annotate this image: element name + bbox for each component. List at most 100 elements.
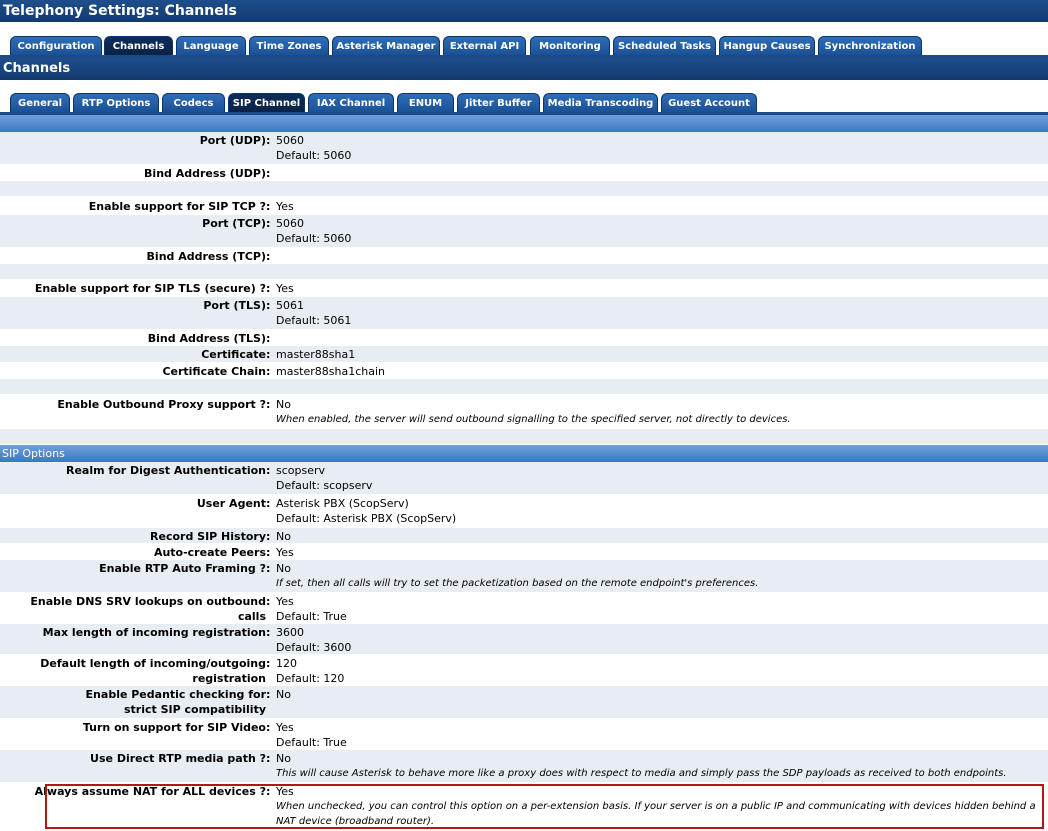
subtab-guest-account[interactable]: Guest Account: [661, 93, 757, 113]
setting-note: When enabled, the server will send outbo…: [276, 414, 791, 425]
setting-row-enable-rtp-auto-framing: Enable RTP Auto Framing ?: No If set, then…: [0, 560, 1048, 593]
label-separator: :: [266, 398, 271, 411]
tab-monitoring[interactable]: Monitoring: [530, 36, 610, 56]
setting-row-realm-for-digest-authentication: Realm for Digest Authentication: scopserv…: [0, 462, 1048, 495]
label-separator: :: [266, 134, 271, 147]
setting-row-max-length-of-incoming-registration: Max length of incoming registration:3600…: [0, 624, 1048, 655]
tab-time-zones[interactable]: Time Zones: [249, 36, 329, 56]
setting-label: Bind Address (TLS): [147, 332, 266, 345]
setting-row-enable-support-for-sip-tcp: Enable support for SIP TCP ?: Yes: [0, 198, 1048, 215]
label-separator: :: [266, 785, 271, 798]
tab-language[interactable]: Language: [176, 36, 246, 56]
setting-value-block: 3600 Default: 3600: [276, 625, 1044, 655]
setting-row-always-assume-nat-for-all-devices: Always assume NAT for ALL devices ?: Yes W…: [0, 783, 1048, 831]
setting-label: Certificate Chain: [162, 365, 266, 378]
label-separator: :: [266, 657, 271, 670]
setting-default: Default: 3600: [276, 641, 352, 654]
subtab-iax-channel[interactable]: IAX Channel: [308, 93, 394, 113]
setting-default: Default: 5061: [276, 314, 352, 327]
tab-hangup-causes[interactable]: Hangup Causes: [719, 36, 815, 56]
setting-value: No: [276, 752, 291, 765]
subtab-rtp-options[interactable]: RTP Options: [73, 93, 159, 113]
tab-asterisk-manager[interactable]: Asterisk Manager: [332, 36, 440, 56]
setting-default: Default: 5060: [276, 232, 352, 245]
label-separator: :: [266, 332, 271, 345]
setting-value-block: master88sha1chain: [276, 364, 1044, 379]
tab-external-api[interactable]: External API: [443, 36, 526, 56]
label-separator: :: [266, 595, 271, 608]
setting-value: Yes: [276, 721, 294, 734]
subtab-codecs[interactable]: Codecs: [162, 93, 225, 113]
setting-label: Enable Outbound Proxy support ?: [57, 398, 266, 411]
setting-value: Asterisk PBX (ScopServ): [276, 497, 409, 510]
setting-value: 120: [276, 657, 297, 670]
label-separator: :: [266, 200, 271, 213]
main-tab-strip: Configuration Channels Language Time Zones A…: [0, 22, 1048, 58]
setting-value: 5061: [276, 299, 304, 312]
sip-options-header: SIP Options: [0, 445, 1048, 462]
setting-label: Turn on support for SIP Video: [82, 721, 266, 734]
setting-row-use-direct-rtp-media-path: Use Direct RTP media path ?: No This will …: [0, 750, 1048, 783]
setting-default: Default: 5060: [276, 149, 352, 162]
subtab-sip-channel[interactable]: SIP Channel: [228, 93, 305, 113]
setting-value-block: 5060 Default: 5060: [276, 133, 1044, 163]
setting-value: No: [276, 562, 291, 575]
setting-row-enable-dns-srv-lookups-on-outbound-calls: Enable DNS SRV lookups on outbound calls…: [0, 593, 1048, 624]
setting-row-default-length-of-incoming-outgoing-registration: Default length of incoming/outgoing regi…: [0, 655, 1048, 686]
tab-configuration[interactable]: Configuration: [10, 36, 102, 56]
setting-label: Use Direct RTP media path ?: [90, 752, 266, 765]
setting-label: Enable RTP Auto Framing ?: [99, 562, 266, 575]
setting-default: Default: scopserv: [276, 479, 373, 492]
setting-value-block: 5061 Default: 5061: [276, 298, 1044, 328]
label-separator: :: [266, 721, 271, 734]
label-separator: :: [266, 497, 271, 510]
setting-value-block: No: [276, 687, 1044, 702]
setting-label: Port (TLS): [203, 299, 266, 312]
setting-value: master88sha1: [276, 348, 356, 361]
setting-value: 5060: [276, 217, 304, 230]
setting-value-block: Yes: [276, 281, 1044, 296]
setting-value: Yes: [276, 546, 294, 559]
setting-row-port-tls: Port (TLS):5061 Default: 5061: [0, 297, 1048, 330]
setting-row-turn-on-support-for-sip-video: Turn on support for SIP Video: Yes Default…: [0, 719, 1048, 750]
label-separator: :: [266, 688, 271, 701]
setting-label: Enable Pedantic checking for strict SIP …: [85, 688, 266, 716]
setting-row-enable-support-for-sip-tls-secure: Enable support for SIP TLS (secure) ?: Ye…: [0, 280, 1048, 297]
setting-row-record-sip-history: Record SIP History: No: [0, 528, 1048, 544]
setting-default: Default: Asterisk PBX (ScopServ): [276, 512, 457, 525]
setting-row-certificate-chain: Certificate Chain: master88sha1chain: [0, 363, 1048, 379]
tab-channels[interactable]: Channels: [104, 36, 173, 56]
setting-value: 5060: [276, 134, 304, 147]
spacer-row: [0, 181, 1048, 197]
setting-note: If set, then all calls will try to set t…: [276, 578, 759, 589]
subtab-enum[interactable]: ENUM: [397, 93, 454, 113]
setting-value-block: Asterisk PBX (ScopServ) Default: Asterisk…: [276, 496, 1044, 526]
setting-note: When unchecked, you can control this opt…: [276, 801, 1036, 827]
setting-row-bind-address-tls: Bind Address (TLS):: [0, 330, 1048, 346]
page-title: Telephony Settings: Channels: [0, 0, 1048, 22]
setting-value-block: No When enabled, the server will send out…: [276, 397, 1044, 427]
setting-label: Port (UDP): [199, 134, 266, 147]
setting-value: 3600: [276, 626, 304, 639]
setting-row-port-udp: Port (UDP):5060 Default: 5060: [0, 132, 1048, 165]
setting-default: Default: True: [276, 610, 347, 623]
subtab-jitter-buffer[interactable]: Jitter Buffer: [457, 93, 540, 113]
setting-label: Bind Address (UDP): [144, 167, 266, 180]
label-separator: :: [266, 217, 271, 230]
setting-value-block: No: [276, 529, 1044, 544]
setting-label: Default length of incoming/outgoing regi…: [40, 657, 266, 685]
setting-label: Enable DNS SRV lookups on outbound calls: [30, 595, 266, 623]
tab-synchronization[interactable]: Synchronization: [818, 36, 922, 56]
subtab-general[interactable]: General: [10, 93, 70, 113]
setting-value: Yes: [276, 785, 294, 798]
setting-value: Yes: [276, 200, 294, 213]
setting-label: Bind Address (TCP): [146, 250, 266, 263]
spacer-row: [0, 379, 1048, 395]
setting-value-block: Yes Default: True: [276, 594, 1044, 624]
setting-value-block: Yes: [276, 545, 1044, 560]
setting-value-block: Yes: [276, 199, 1044, 214]
tab-scheduled-tasks[interactable]: Scheduled Tasks: [613, 36, 716, 56]
subtab-media-transcoding[interactable]: Media Transcoding: [543, 93, 658, 113]
sub-tab-strip: General RTP Options Codecs SIP Channel IAX C…: [0, 80, 1048, 115]
setting-value-block: No This will cause Asterisk to behave mor…: [276, 751, 1044, 781]
